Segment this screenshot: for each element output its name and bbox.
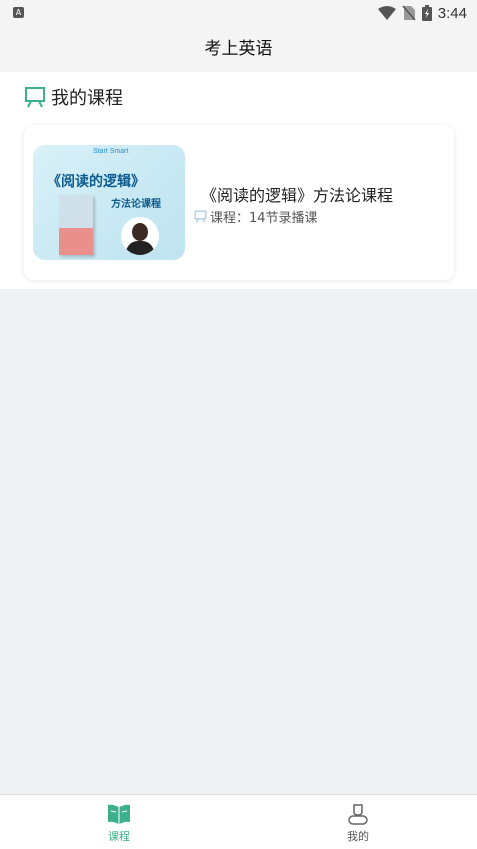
tab-mine-label: 我的 (347, 830, 369, 843)
thumbnail-brand: Start Smart (93, 148, 129, 155)
thumbnail-tagline: 方法论课程 (111, 199, 161, 210)
presentation-board-icon (25, 87, 45, 108)
app-title-bar: 考上英语 (0, 26, 477, 72)
course-subtitle: 课程：14节录播课 (210, 210, 318, 226)
author-photo (121, 217, 159, 255)
tab-courses[interactable]: 课程 (59, 795, 179, 849)
open-book-icon (108, 804, 130, 824)
battery-charging-icon (421, 5, 432, 21)
no-sim-icon (402, 5, 416, 21)
status-indicators: 3:44 (377, 4, 467, 22)
course-lesson-count: 课程：14节录播课 (194, 207, 318, 226)
status-bar: A 3:44 (0, 0, 477, 26)
presentation-board-icon (194, 210, 207, 223)
tab-mine[interactable]: 我的 (298, 795, 418, 849)
my-courses-section: 我的课程 Start Smart 《阅读的逻辑》 方法论课程 《阅读的逻辑》方法… (0, 72, 477, 289)
book-cover-image (59, 195, 93, 255)
wifi-icon (377, 6, 396, 20)
section-title: 我的课程 (51, 88, 123, 109)
tab-courses-label: 课程 (108, 830, 130, 843)
bottom-tab-bar: 课程 我的 (0, 794, 477, 849)
course-title: 《阅读的逻辑》方法论课程 (201, 186, 394, 205)
page-title: 考上英语 (204, 39, 273, 59)
thumbnail-headline: 《阅读的逻辑》 (47, 174, 145, 190)
notification-a-icon: A (13, 7, 24, 18)
course-card[interactable]: Start Smart 《阅读的逻辑》 方法论课程 《阅读的逻辑》方法论课程 课… (24, 125, 454, 280)
course-thumbnail: Start Smart 《阅读的逻辑》 方法论课程 (33, 145, 185, 260)
clock: 3:44 (437, 4, 467, 22)
user-icon (348, 804, 368, 825)
section-header: 我的课程 (24, 85, 123, 109)
